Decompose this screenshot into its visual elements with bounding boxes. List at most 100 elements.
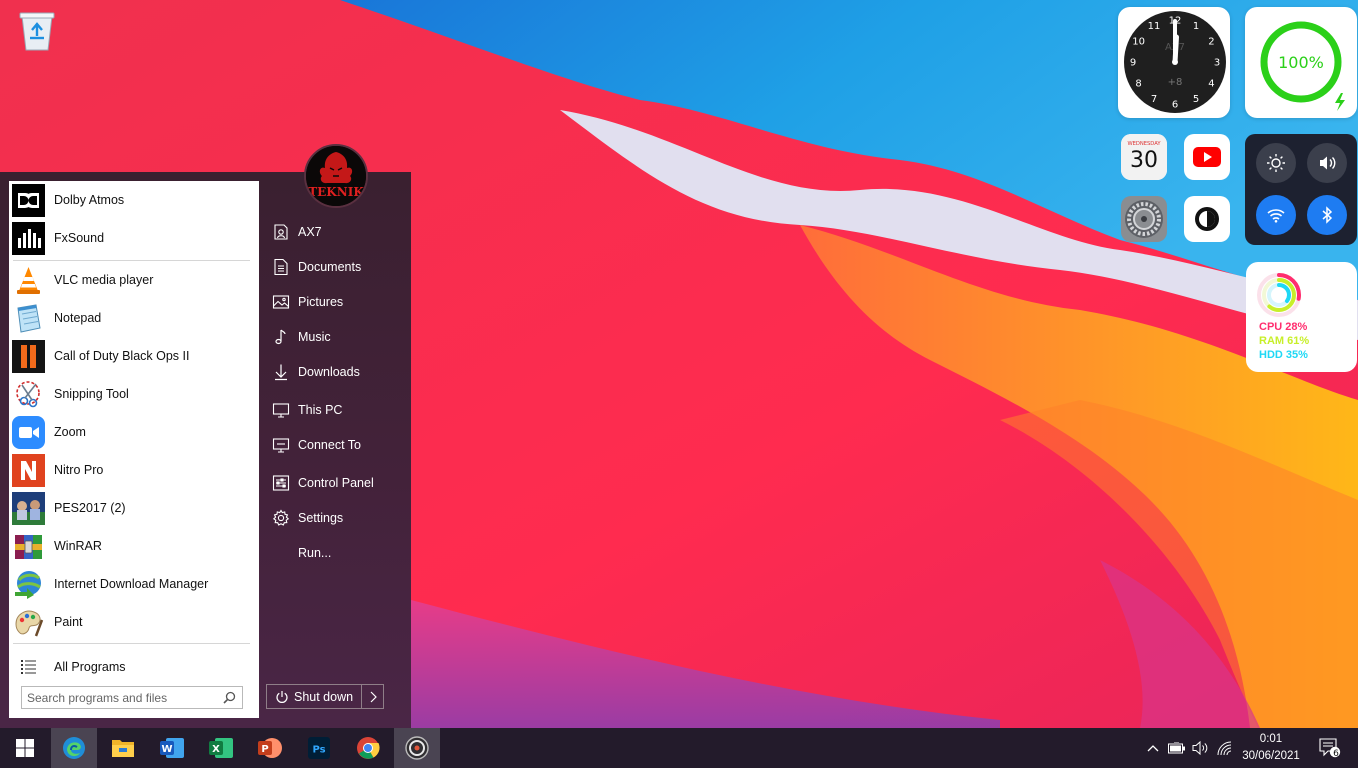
place-run[interactable]: Run...: [268, 538, 404, 568]
notepad-icon: [12, 302, 45, 335]
program-winrar[interactable]: WinRAR: [9, 527, 259, 565]
place-music[interactable]: Music: [268, 322, 404, 352]
youtube-widget[interactable]: [1184, 134, 1230, 180]
place-this-pc[interactable]: This PC: [268, 395, 404, 425]
program-vlc[interactable]: VLC media player: [9, 261, 259, 299]
taskbar-file-explorer[interactable]: [100, 728, 146, 768]
place-control-panel[interactable]: Control Panel: [268, 468, 404, 498]
start-menu: Dolby Atmos FxSound VLC media player Not…: [0, 172, 411, 728]
program-label: FxSound: [54, 231, 105, 245]
show-hidden-icons-button[interactable]: [1143, 738, 1163, 758]
programs-pane: Dolby Atmos FxSound VLC media player Not…: [9, 181, 259, 718]
youtube-icon: [1193, 147, 1221, 167]
divider: [13, 643, 250, 644]
program-notepad[interactable]: Notepad: [9, 299, 259, 337]
clock-number: 1: [1193, 21, 1199, 32]
brightness-button[interactable]: [1256, 143, 1296, 183]
system-stats-widget[interactable]: CPU 28% RAM 61% HDD 35%: [1246, 262, 1357, 372]
search-box[interactable]: [21, 686, 243, 709]
program-fxsound[interactable]: FxSound: [9, 219, 259, 257]
volume-icon: [1320, 156, 1336, 170]
program-label: Nitro Pro: [54, 463, 104, 477]
program-snipping-tool[interactable]: Snipping Tool: [9, 375, 259, 413]
place-settings[interactable]: Settings: [268, 503, 404, 533]
program-paint[interactable]: Paint: [9, 603, 259, 641]
user-avatar[interactable]: TEKNIK: [304, 144, 368, 208]
action-center-button[interactable]: 6: [1317, 738, 1343, 759]
pes2017-icon: [12, 491, 45, 525]
program-call-of-duty[interactable]: Call of Duty Black Ops II: [9, 337, 259, 375]
contrast-widget[interactable]: [1184, 196, 1230, 242]
taskbar-clock[interactable]: 0:01 30/06/2021: [1236, 731, 1306, 765]
tray-battery[interactable]: [1167, 738, 1187, 758]
cpu-stat: CPU 28%: [1259, 321, 1308, 333]
battery-widget[interactable]: 100%: [1245, 7, 1357, 118]
recycle-bin-icon[interactable]: [16, 10, 58, 52]
taskbar-excel[interactable]: X: [198, 728, 244, 768]
place-label: This PC: [298, 403, 343, 417]
place-connect-to[interactable]: Connect To: [268, 430, 404, 460]
clock-widget[interactable]: 121234567891011 AX7 +8: [1118, 7, 1230, 118]
clock-time: 0:01: [1259, 733, 1283, 745]
program-label: Paint: [54, 615, 83, 629]
place-pictures[interactable]: Pictures: [268, 287, 404, 317]
search-input[interactable]: [27, 690, 213, 706]
program-label: WinRAR: [54, 539, 102, 553]
place-label: Settings: [298, 511, 344, 525]
run-icon: [270, 542, 292, 564]
bluetooth-button[interactable]: [1307, 195, 1347, 235]
calendar-day: 30: [1130, 148, 1158, 173]
program-idm[interactable]: Internet Download Manager: [9, 565, 259, 603]
place-downloads[interactable]: Downloads: [268, 357, 404, 387]
taskbar-word[interactable]: W: [149, 728, 195, 768]
search-icon[interactable]: [223, 691, 236, 704]
place-label: Connect To: [298, 438, 362, 452]
taskbar-powerpoint[interactable]: P: [247, 728, 293, 768]
program-label: Snipping Tool: [54, 387, 129, 401]
all-programs-button[interactable]: All Programs: [9, 649, 259, 685]
paint-icon: [12, 606, 45, 639]
excel-icon: X: [209, 738, 233, 758]
taskbar-chrome[interactable]: [345, 728, 391, 768]
tray-volume[interactable]: [1191, 738, 1211, 758]
program-zoom[interactable]: Zoom: [9, 413, 259, 451]
start-button[interactable]: [2, 728, 48, 768]
wifi-button[interactable]: [1256, 195, 1296, 235]
settings-widget[interactable]: [1121, 196, 1167, 242]
contrast-icon: [1195, 207, 1219, 231]
dolby-atmos-icon: [12, 183, 45, 217]
ram-stat: RAM 61%: [1259, 335, 1310, 347]
place-user-folder[interactable]: AX7: [268, 217, 404, 247]
tray-network[interactable]: [1215, 738, 1235, 758]
shutdown-options-button[interactable]: [362, 685, 383, 708]
program-label: PES2017 (2): [54, 501, 126, 515]
shutdown-label: Shut down: [294, 689, 354, 704]
clock-number: 10: [1132, 37, 1145, 48]
place-label: AX7: [298, 225, 322, 239]
program-pes2017[interactable]: PES2017 (2): [9, 489, 259, 527]
taskbar-edge[interactable]: [51, 728, 97, 768]
clock-number: 7: [1151, 94, 1157, 105]
calendar-widget[interactable]: WEDNESDAY 30: [1121, 134, 1167, 180]
program-dolby-atmos[interactable]: Dolby Atmos: [9, 181, 259, 219]
chevron-right-icon: [370, 691, 377, 702]
place-documents[interactable]: Documents: [268, 252, 404, 282]
shutdown-button[interactable]: Shut down: [267, 685, 363, 708]
power-icon: [276, 690, 288, 703]
program-label: Call of Duty Black Ops II: [54, 349, 190, 363]
list-icon: [12, 651, 45, 684]
brightness-icon: [1267, 154, 1285, 172]
battery-icon: [1168, 742, 1185, 754]
wifi-icon: [1267, 209, 1285, 223]
file-explorer-icon: [112, 740, 134, 757]
taskbar-obs[interactable]: [394, 728, 440, 768]
place-label: Pictures: [298, 295, 344, 309]
obs-icon: [405, 736, 429, 760]
connect-to-icon: [270, 434, 292, 456]
clock-number: 11: [1148, 21, 1161, 32]
taskbar-photoshop[interactable]: Ps: [296, 728, 342, 768]
volume-button[interactable]: [1307, 143, 1347, 183]
clock-hour-hand: [1172, 34, 1179, 65]
program-nitro-pro[interactable]: Nitro Pro: [9, 451, 259, 489]
winrar-icon: [12, 530, 45, 563]
